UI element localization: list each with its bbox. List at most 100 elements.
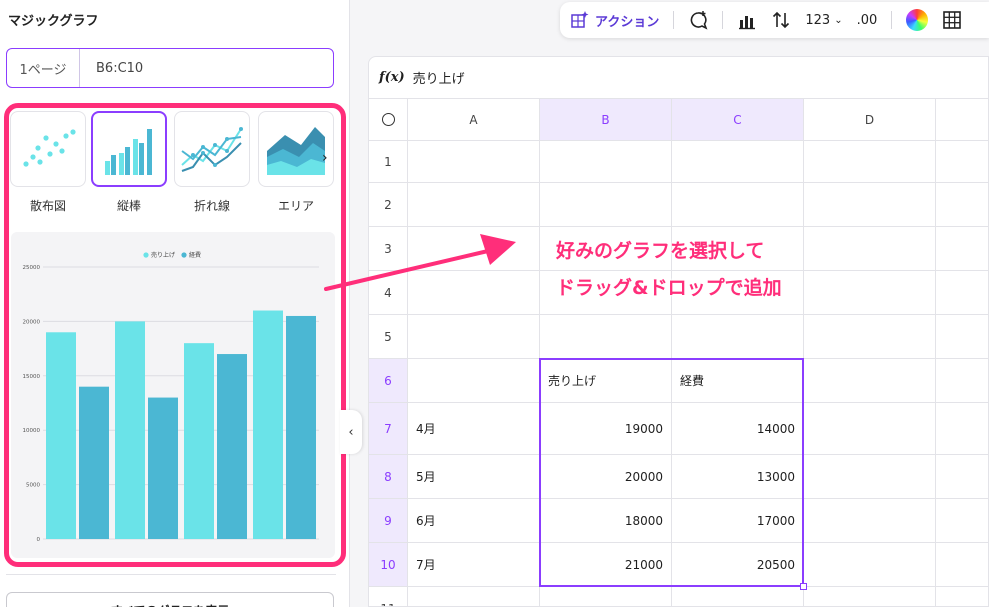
cell-a[interactable]: 4月 — [408, 403, 540, 455]
cell-d[interactable] — [804, 141, 936, 183]
cell-b[interactable]: 19000 — [540, 403, 672, 455]
cell-a[interactable] — [408, 359, 540, 403]
cell-d[interactable] — [804, 499, 936, 543]
collapse-panel-button[interactable]: ‹ — [340, 410, 362, 454]
cell-a[interactable]: 7月 — [408, 543, 540, 587]
chevron-down-icon: ⌄ — [834, 14, 843, 26]
cell-c[interactable]: 17000 — [672, 499, 804, 543]
cell-a[interactable]: 6月 — [408, 499, 540, 543]
action-label: アクション — [595, 14, 660, 30]
chevron-left-icon: ‹ — [348, 424, 354, 440]
cell-d[interactable] — [804, 587, 936, 606]
sort-button[interactable] — [771, 10, 791, 30]
cell-d[interactable] — [804, 403, 936, 455]
cell-d[interactable] — [804, 359, 936, 403]
row-header[interactable]: 11 — [369, 587, 408, 606]
comment-button[interactable] — [688, 10, 708, 30]
action-button[interactable]: アクション — [570, 10, 659, 30]
cell-d[interactable] — [804, 455, 936, 499]
select-all-corner[interactable] — [369, 99, 408, 141]
cell-b[interactable]: 18000 — [540, 499, 672, 543]
cell-d[interactable] — [804, 315, 936, 359]
cell-e[interactable] — [936, 403, 988, 455]
formula-bar[interactable]: f(x) 売り上げ — [369, 57, 988, 99]
decimal-button[interactable]: .00 — [857, 13, 878, 28]
sort-icon — [773, 11, 790, 29]
cell-a[interactable] — [408, 587, 540, 606]
grid-icon — [943, 11, 962, 29]
cell-b[interactable]: 20000 — [540, 455, 672, 499]
cell-e[interactable] — [936, 587, 988, 606]
cell-a[interactable] — [408, 315, 540, 359]
column-header-d[interactable]: D — [804, 99, 936, 141]
floating-toolbar: アクション 123 ⌄ .00 — [560, 2, 989, 38]
toolbar-separator — [891, 11, 893, 29]
formula-value: 売り上げ — [412, 72, 465, 87]
row-header[interactable]: 9 — [369, 499, 408, 543]
cell-c[interactable]: 14000 — [672, 403, 804, 455]
select-all-icon — [381, 113, 395, 126]
cell-b[interactable]: 売り上げ — [540, 359, 672, 403]
cell-d[interactable] — [804, 543, 936, 587]
cell-e[interactable] — [936, 455, 988, 499]
range-ref-value: B6:C10 — [96, 60, 144, 76]
column-header-a[interactable]: A — [408, 99, 540, 141]
column-header-b[interactable]: B — [540, 99, 672, 141]
range-page-label: 1ページ — [7, 49, 80, 87]
cell-c[interactable] — [672, 183, 804, 227]
highlight-frame — [4, 103, 346, 567]
annotation-line-1: 好みのグラフを選択して — [556, 240, 765, 262]
insert-chart-button[interactable] — [737, 10, 757, 30]
data-range-field[interactable]: 1ページ B6:C10 — [6, 48, 334, 88]
decimal-label: .00 — [856, 12, 878, 28]
app-root: マジックグラフ 1ページ B6:C10 散布図 縦棒 折れ線 エリア › 0 5… — [0, 0, 989, 607]
cell-e[interactable] — [936, 141, 988, 183]
column-header-c[interactable]: C — [672, 99, 804, 141]
cell-e[interactable] — [936, 499, 988, 543]
cell-d[interactable] — [804, 183, 936, 227]
toolbar-separator — [722, 11, 724, 29]
fx-label: f(x) — [379, 70, 405, 85]
table-border-button[interactable] — [942, 10, 962, 30]
toolbar-separator — [673, 11, 675, 29]
row-header[interactable]: 7 — [369, 403, 408, 455]
cell-e[interactable] — [936, 315, 988, 359]
cell-a[interactable] — [408, 141, 540, 183]
spreadsheet: f(x) 売り上げ A B C D 1 2 3 4 5 6 売り上げ 経費 7 4月 19000 14000 8… — [368, 56, 989, 607]
row-header[interactable]: 5 — [369, 315, 408, 359]
show-all-charts-button[interactable]: すべてのグラフを表示 — [6, 592, 334, 607]
cell-b[interactable] — [540, 587, 672, 606]
row-header[interactable]: 10 — [369, 543, 408, 587]
cell-a[interactable] — [408, 183, 540, 227]
selection-resize-handle[interactable] — [800, 583, 807, 590]
cell-e[interactable] — [936, 183, 988, 227]
comment-add-icon — [690, 11, 708, 30]
cell-d[interactable] — [804, 227, 936, 271]
magic-grid-icon — [571, 11, 589, 28]
row-header[interactable]: 2 — [369, 183, 408, 227]
cell-c[interactable] — [672, 315, 804, 359]
cell-b[interactable] — [540, 183, 672, 227]
row-header[interactable]: 1 — [369, 141, 408, 183]
row-header[interactable]: 6 — [369, 359, 408, 403]
row-header[interactable]: 8 — [369, 455, 408, 499]
cell-b[interactable] — [540, 315, 672, 359]
cell-e[interactable] — [936, 543, 988, 587]
cell-e[interactable] — [936, 227, 988, 271]
cell-c[interactable] — [672, 141, 804, 183]
annotation-line-2: ドラッグ&ドロップで追加 — [556, 277, 782, 299]
number-format-dropdown[interactable]: 123 ⌄ — [805, 13, 842, 28]
cell-b[interactable] — [540, 141, 672, 183]
cell-e[interactable] — [936, 271, 988, 315]
cell-e[interactable] — [936, 359, 988, 403]
cell-d[interactable] — [804, 271, 936, 315]
cell-a[interactable]: 5月 — [408, 455, 540, 499]
cell-b[interactable]: 21000 — [540, 543, 672, 587]
cell-c[interactable]: 13000 — [672, 455, 804, 499]
color-picker-icon[interactable] — [906, 9, 929, 31]
divider — [6, 574, 336, 575]
cell-c[interactable] — [672, 587, 804, 606]
column-header-empty — [936, 99, 988, 141]
cell-c[interactable]: 20500 — [672, 543, 804, 587]
cell-c[interactable]: 経費 — [672, 359, 804, 403]
